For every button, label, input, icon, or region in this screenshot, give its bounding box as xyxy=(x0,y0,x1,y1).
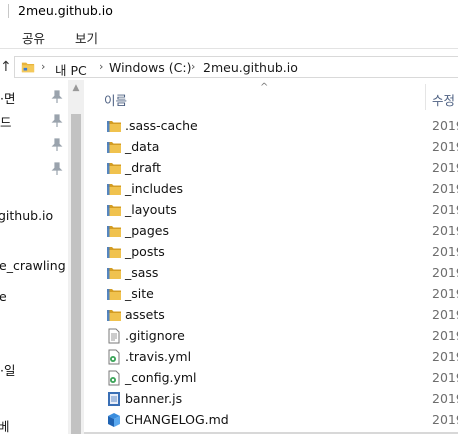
pin-icon[interactable] xyxy=(51,138,63,152)
file-date: 2019 xyxy=(432,160,458,175)
file-name: .travis.yml xyxy=(125,349,192,364)
nav-item-e[interactable]: e xyxy=(0,289,7,304)
column-header-name[interactable]: 이름 xyxy=(104,90,127,109)
column-divider[interactable] xyxy=(425,84,426,110)
file-name: _config.yml xyxy=(125,370,197,385)
file-row[interactable]: _layouts 2019 xyxy=(84,200,458,221)
column-header-date[interactable]: 수정 xyxy=(432,90,455,109)
file-row[interactable]: assets 2019 xyxy=(84,305,458,326)
file-row[interactable]: _data 2019 xyxy=(84,137,458,158)
nav-item-downloads[interactable]: 드 xyxy=(0,112,12,131)
title-separator xyxy=(8,4,9,18)
file-date: 2019 xyxy=(432,265,458,280)
md-file-icon xyxy=(106,412,122,428)
file-date: 2019 xyxy=(432,412,458,427)
file-date: 2019 xyxy=(432,349,458,364)
folder-icon xyxy=(106,223,122,239)
scroll-up-icon[interactable]: ▲ xyxy=(68,80,84,96)
folder-icon xyxy=(106,181,122,197)
pin-icon[interactable] xyxy=(51,114,63,128)
folder-icon xyxy=(106,286,122,302)
folder-icon xyxy=(106,118,122,134)
nav-item-files[interactable]: ·일 xyxy=(0,360,15,379)
file-name: _draft xyxy=(125,160,162,175)
title-bar: 2meu.github.io xyxy=(0,0,458,24)
ribbon-tabs: 공유 보기 xyxy=(0,24,458,48)
tab-share[interactable]: 공유 xyxy=(20,28,47,47)
file-name: _layouts xyxy=(125,202,177,217)
file-name: _site xyxy=(125,286,154,301)
up-arrow-icon[interactable]: ↑ xyxy=(0,58,14,76)
file-row[interactable]: CHANGELOG.md 2019 xyxy=(84,410,458,431)
file-name: _pages xyxy=(125,223,169,238)
file-date: 2019 xyxy=(432,391,458,406)
file-date: 2019 xyxy=(432,181,458,196)
file-name: .sass-cache xyxy=(125,118,198,133)
file-row[interactable]: .gitignore 2019 xyxy=(84,326,458,347)
file-date: 2019 xyxy=(432,202,458,217)
file-row[interactable]: _posts 2019 xyxy=(84,242,458,263)
breadcrumb-current-folder[interactable]: 2meu.github.io xyxy=(203,60,298,75)
folder-icon xyxy=(106,160,122,176)
folder-icon xyxy=(106,307,122,323)
file-row[interactable]: .travis.yml 2019 xyxy=(84,347,458,368)
file-row[interactable]: _site 2019 xyxy=(84,284,458,305)
nav-item-desktop[interactable]: ·면 xyxy=(0,88,15,107)
nav-item-crawling[interactable]: e_crawling xyxy=(0,258,66,273)
file-date: 2019 xyxy=(432,328,458,343)
tab-view[interactable]: 보기 xyxy=(73,28,100,47)
file-date: 2019 xyxy=(432,286,458,301)
file-name: _data xyxy=(125,139,160,154)
file-row[interactable]: _config.yml 2019 xyxy=(84,368,458,389)
file-date: 2019 xyxy=(432,139,458,154)
chevron-right-icon: › xyxy=(99,60,104,73)
file-name: _includes xyxy=(125,181,184,196)
file-row[interactable]: _pages 2019 xyxy=(84,221,458,242)
folder-icon xyxy=(106,139,122,155)
breadcrumb-windows-c[interactable]: Windows (C:) xyxy=(109,60,191,75)
file-date: 2019 xyxy=(432,244,458,259)
scrollbar-thumb[interactable] xyxy=(71,114,81,434)
file-row[interactable]: _draft 2019 xyxy=(84,158,458,179)
file-row[interactable]: banner.js 2019 xyxy=(84,389,458,410)
window-title: 2meu.github.io xyxy=(18,3,113,18)
file-date: 2019 xyxy=(432,118,458,133)
nav-scrollbar[interactable]: ▲ xyxy=(68,80,84,434)
file-list: ^ 이름 수정 .sass-cache 2019 _data 2019 _draft 20… xyxy=(84,80,458,434)
pin-icon[interactable] xyxy=(51,162,63,176)
file-name: _posts xyxy=(125,244,165,259)
yml-file-icon xyxy=(106,370,122,386)
chevron-right-icon: › xyxy=(41,60,46,73)
chevron-right-icon: › xyxy=(191,60,196,73)
yml-file-icon xyxy=(106,349,122,365)
file-name: CHANGELOG.md xyxy=(125,412,229,427)
file-row[interactable]: _includes 2019 xyxy=(84,179,458,200)
text-file-icon xyxy=(106,328,122,344)
folder-icon xyxy=(21,62,35,73)
file-name: .gitignore xyxy=(125,328,185,343)
file-row[interactable]: .sass-cache 2019 xyxy=(84,116,458,137)
file-name: assets xyxy=(125,307,165,322)
file-row[interactable]: _sass 2019 xyxy=(84,263,458,284)
address-bar[interactable]: › 내 PC › Windows (C:) › 2meu.github.io xyxy=(14,56,458,78)
navigation-pane: ·면 드 github.io e_crawling e ·일 베 xyxy=(0,80,68,434)
js-file-icon xyxy=(106,391,122,407)
pin-icon[interactable] xyxy=(51,90,63,104)
file-name: _sass xyxy=(125,265,159,280)
file-name: banner.js xyxy=(125,391,183,406)
nav-item-github-io[interactable]: github.io xyxy=(0,208,53,223)
breadcrumb-this-pc[interactable]: 내 PC xyxy=(55,60,87,79)
folder-icon xyxy=(106,244,122,260)
file-date: 2019 xyxy=(432,223,458,238)
file-date: 2019 xyxy=(432,370,458,385)
nav-item-truncated[interactable]: 베 xyxy=(0,416,10,434)
address-row: ↑ › 내 PC › Windows (C:) › 2meu.github.io xyxy=(0,54,458,80)
ribbon-divider xyxy=(0,48,458,49)
folder-icon xyxy=(106,202,122,218)
folder-icon xyxy=(106,265,122,281)
sort-caret-icon: ^ xyxy=(260,82,269,93)
file-date: 2019 xyxy=(432,307,458,322)
